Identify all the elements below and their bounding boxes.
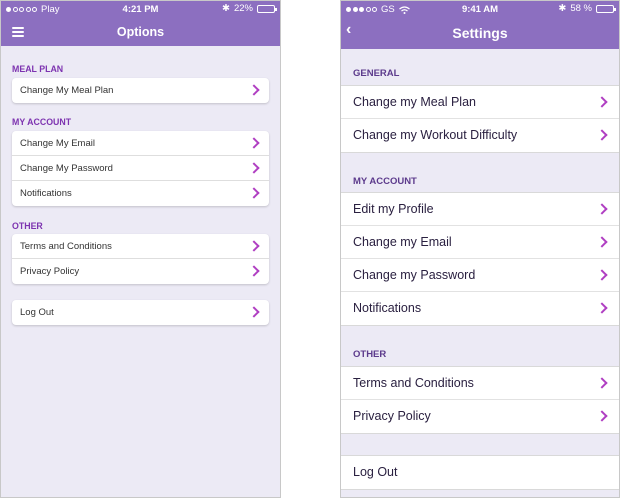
chevron-right-icon [248, 306, 260, 318]
privacy-item[interactable]: Privacy Policy [341, 400, 619, 433]
item-label: Privacy Policy [20, 266, 80, 277]
item-label: Change my Password [353, 268, 476, 282]
item-label: Notifications [20, 188, 72, 199]
battery-percent: 22% [233, 3, 253, 14]
chevron-right-icon [596, 410, 608, 422]
page-title: Settings [452, 25, 508, 41]
item-label: Privacy Policy [353, 409, 431, 423]
chevron-right-icon [248, 265, 260, 277]
section-title-other: OTHER [353, 349, 387, 360]
section-title-meal-plan: MEAL PLAN [12, 64, 64, 74]
bluetooth-icon: ✱ [222, 3, 230, 14]
chevron-right-icon [596, 203, 608, 215]
meal-plan-card: Change My Meal Plan [12, 78, 269, 103]
logout-button[interactable]: Log Out [341, 456, 619, 489]
chevron-right-icon [596, 377, 608, 389]
battery-icon [257, 4, 277, 13]
item-label: Log Out [353, 465, 398, 479]
chevron-right-icon [248, 84, 260, 96]
chevron-right-icon [596, 96, 608, 108]
privacy-item[interactable]: Privacy Policy [12, 259, 269, 284]
terms-item[interactable]: Terms and Conditions [12, 234, 269, 259]
logout-group: Log Out [341, 455, 619, 490]
change-password-item[interactable]: Change My Password [12, 156, 269, 181]
item-label: Change My Email [20, 138, 95, 149]
chevron-right-icon [248, 240, 260, 252]
settings-screen: GS 9:41 AM ✱ 58 % ‹ Settings GENERAL Cha… [340, 0, 620, 498]
edit-profile-item[interactable]: Edit my Profile [341, 193, 619, 226]
chevron-right-icon [248, 137, 260, 149]
item-label: Change my Meal Plan [353, 95, 476, 109]
item-label: Change My Password [20, 163, 113, 174]
battery-icon [596, 4, 616, 13]
header: Play 4:21 PM ✱ 22% Options [1, 1, 280, 46]
change-meal-plan-item[interactable]: Change My Meal Plan [12, 78, 269, 103]
change-meal-plan-item[interactable]: Change my Meal Plan [341, 86, 619, 119]
item-label: Change My Meal Plan [20, 85, 114, 96]
options-screen: Play 4:21 PM ✱ 22% Options MEAL PLAN Cha… [0, 0, 281, 498]
item-label: Log Out [20, 307, 54, 318]
chevron-left-icon[interactable]: ‹ [346, 21, 351, 39]
notifications-item[interactable]: Notifications [12, 181, 269, 206]
chevron-right-icon [596, 236, 608, 248]
other-group: Terms and Conditions Privacy Policy [341, 366, 619, 434]
bluetooth-icon: ✱ [558, 3, 567, 14]
other-card: Terms and Conditions Privacy Policy [12, 234, 269, 284]
my-account-card: Change My Email Change My Password Notif… [12, 131, 269, 206]
logout-card: Log Out [12, 300, 269, 325]
item-label: Change my Email [353, 235, 452, 249]
chevron-right-icon [248, 162, 260, 174]
chevron-right-icon [596, 129, 608, 141]
section-title-my-account: MY ACCOUNT [353, 176, 417, 187]
logout-button[interactable]: Log Out [12, 300, 269, 325]
item-label: Terms and Conditions [353, 376, 474, 390]
notifications-item[interactable]: Notifications [341, 292, 619, 325]
change-email-item[interactable]: Change My Email [12, 131, 269, 156]
general-group: Change my Meal Plan Change my Workout Di… [341, 85, 619, 153]
change-email-item[interactable]: Change my Email [341, 226, 619, 259]
item-label: Notifications [353, 301, 422, 315]
item-label: Change my Workout Difficulty [353, 128, 518, 142]
item-label: Edit my Profile [353, 202, 434, 216]
change-password-item[interactable]: Change my Password [341, 259, 619, 292]
chevron-right-icon [248, 187, 260, 199]
change-workout-difficulty-item[interactable]: Change my Workout Difficulty [341, 119, 619, 152]
section-title-my-account: MY ACCOUNT [12, 117, 72, 127]
terms-item[interactable]: Terms and Conditions [341, 367, 619, 400]
item-label: Terms and Conditions [20, 241, 112, 252]
hamburger-menu-icon[interactable] [12, 27, 24, 37]
header: GS 9:41 AM ✱ 58 % ‹ Settings [341, 1, 619, 49]
status-bar: Play 4:21 PM ✱ 22% [1, 1, 280, 17]
page-title: Options [116, 24, 165, 39]
battery-percent: 58 % [570, 3, 592, 14]
section-title-general: GENERAL [353, 68, 400, 79]
status-bar: GS 9:41 AM ✱ 58 % [341, 1, 619, 17]
chevron-right-icon [596, 269, 608, 281]
my-account-group: Edit my Profile Change my Email Change m… [341, 192, 619, 326]
section-title-other: OTHER [12, 221, 43, 231]
chevron-right-icon [596, 302, 608, 314]
